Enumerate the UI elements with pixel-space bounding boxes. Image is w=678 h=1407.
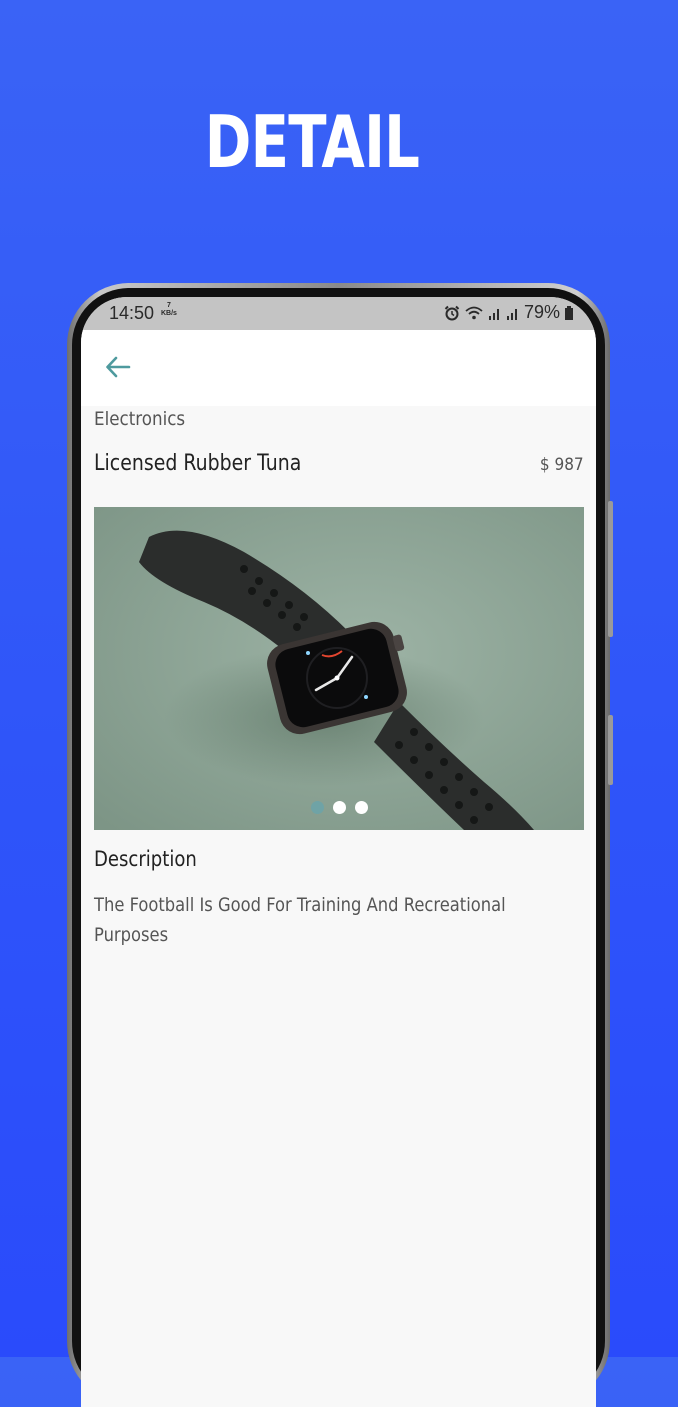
- product-title: Licensed Rubber Tuna: [94, 451, 302, 476]
- phone-frame: 14:50 7 KB/s 79% Electronics Licensed Ru…: [67, 283, 613, 1407]
- alarm-icon: [444, 305, 460, 321]
- status-network-speed: 7 KB/s: [161, 302, 177, 318]
- status-icons: 79%: [444, 302, 574, 323]
- battery-icon: [564, 305, 574, 321]
- carousel-dot-2[interactable]: [332, 801, 346, 814]
- signal-icon: [488, 305, 502, 321]
- banner-headline: DETAIL: [204, 100, 420, 184]
- arrow-left-icon: [106, 356, 131, 378]
- phone-power-button: [608, 715, 613, 785]
- phone-volume-button: [608, 501, 613, 637]
- carousel-indicator: [94, 801, 584, 814]
- status-speed-unit: KB/s: [161, 310, 177, 317]
- product-image-carousel[interactable]: [94, 507, 584, 830]
- smartwatch-photo: [94, 507, 584, 830]
- product-price: $ 987: [540, 455, 584, 475]
- status-speed-value: 7: [167, 302, 171, 309]
- back-button[interactable]: [101, 350, 135, 384]
- product-category: Electronics: [94, 408, 186, 430]
- app-bar: [81, 330, 596, 406]
- carousel-dot-3[interactable]: [354, 801, 368, 814]
- carousel-dot-1[interactable]: [310, 801, 324, 814]
- wifi-icon: [464, 305, 484, 321]
- phone-screen: 14:50 7 KB/s 79% Electronics Licensed Ru…: [81, 297, 596, 1407]
- status-bar: 14:50 7 KB/s 79%: [81, 297, 596, 330]
- description-heading: Description: [94, 847, 197, 871]
- status-time: 14:50: [109, 303, 155, 323]
- battery-percent: 79%: [523, 302, 560, 322]
- signal-icon: [506, 305, 520, 321]
- description-text: The Football Is Good For Training And Re…: [94, 894, 506, 946]
